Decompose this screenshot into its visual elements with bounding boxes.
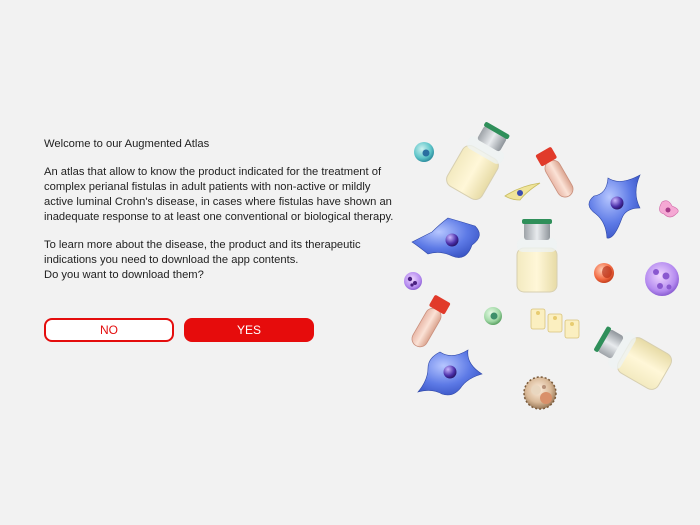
intro-text: Welcome to our Augmented Atlas An atlas … [44, 137, 394, 283]
lymphocyte-icon [645, 262, 679, 296]
medicine-vial-icon [594, 326, 673, 390]
orange-cell-icon [594, 263, 614, 283]
macrophage-icon [411, 217, 480, 258]
medicine-vial-icon [446, 122, 510, 201]
platelet-cluster-icon [530, 308, 580, 339]
dendritic-cell-icon [588, 174, 641, 239]
blood-tube-icon [411, 295, 451, 348]
yes-button[interactable]: YES [184, 318, 314, 342]
medicine-vial-icon [516, 219, 558, 293]
no-button[interactable]: NO [44, 318, 174, 342]
pink-cell-icon [659, 200, 679, 218]
download-question: Do you want to download them? [44, 269, 204, 281]
blood-tube-icon [535, 147, 574, 198]
green-cell-icon [484, 307, 502, 325]
intro-description: An atlas that allow to know the product … [44, 166, 394, 223]
dendritic-cell-icon [417, 349, 483, 396]
stem-cell-icon [523, 376, 557, 410]
spindle-cell-icon [504, 182, 541, 201]
eosinophil-icon [404, 272, 422, 290]
teal-cell-icon [414, 142, 434, 162]
cells-and-vials-illustration [404, 122, 679, 410]
welcome-heading: Welcome to our Augmented Atlas [44, 138, 210, 150]
learn-more-text: To learn more about the disease, the pro… [44, 239, 361, 266]
